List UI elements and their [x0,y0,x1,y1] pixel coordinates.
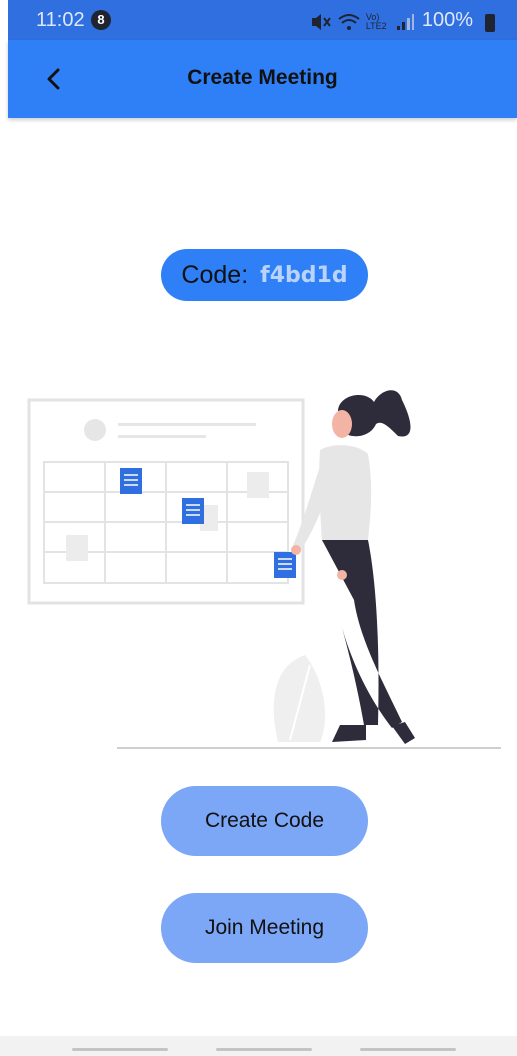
nav-recents-button[interactable] [72,1048,168,1051]
meeting-illustration [27,390,501,749]
page-title: Create Meeting [187,66,338,89]
status-time: 11:02 [36,9,85,31]
create-code-button[interactable]: Create Code [161,786,368,856]
join-meeting-button[interactable]: Join Meeting [161,893,368,963]
network-type-label: Vo) LTE2 [365,11,387,31]
wifi-icon [338,13,360,30]
code-label: Code: [181,260,249,289]
meeting-code-display: Code: f4bd1d [161,249,368,301]
notification-count-badge: 8 [91,10,111,30]
nav-back-button[interactable] [360,1048,456,1051]
nav-home-button[interactable] [216,1048,312,1051]
mute-icon [311,13,331,30]
app-bar: Create Meeting [8,40,517,118]
status-indicators: Vo) LTE2 100% [310,9,495,32]
signal-icon [396,13,414,30]
battery-icon [485,13,495,32]
system-nav-bar [0,1036,517,1056]
battery-percent: 100% [421,9,473,31]
code-value: f4bd1d [260,262,348,288]
status-bar: 11:02 8 Vo) LTE2 100% [8,0,517,40]
